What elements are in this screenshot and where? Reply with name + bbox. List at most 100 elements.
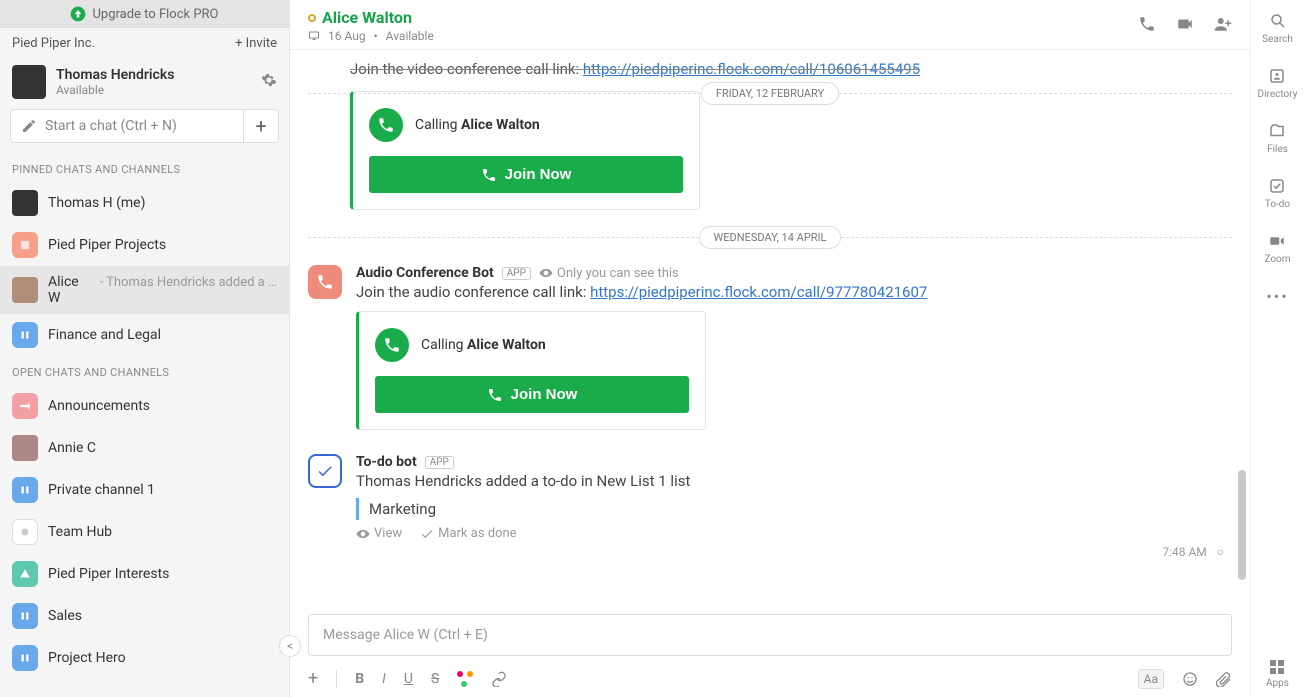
attach-icon[interactable]: [1216, 671, 1232, 687]
call-card: Calling Alice Walton Join Now: [356, 311, 706, 430]
todo-button[interactable]: To-do: [1265, 177, 1290, 210]
join-now-button[interactable]: Join Now: [375, 376, 689, 413]
bold-icon[interactable]: B: [355, 671, 364, 687]
search-button[interactable]: Search: [1262, 12, 1293, 45]
eye-icon: [356, 527, 370, 541]
mark-done-action[interactable]: Mark as done: [420, 526, 516, 541]
plus-icon[interactable]: +: [308, 668, 318, 689]
message-placeholder: Message Alice W (Ctrl + E): [323, 627, 488, 643]
video-icon[interactable]: [1176, 15, 1194, 37]
avatar: [12, 277, 38, 303]
upgrade-label: Upgrade to Flock PRO: [92, 7, 218, 22]
chat-item[interactable]: Pied Piper Projects: [0, 224, 289, 266]
add-user-icon[interactable]: [1214, 15, 1232, 37]
search-label: Search: [1262, 34, 1293, 45]
scrollbar[interactable]: [1238, 470, 1246, 580]
header-date: 16 Aug: [328, 29, 366, 43]
call-icon[interactable]: [1138, 15, 1156, 37]
user-name: Thomas Hendricks: [56, 67, 251, 83]
chat-item-active[interactable]: Alice W - Thomas Hendricks added a t…: [0, 266, 289, 314]
start-chat-placeholder: Start a chat (Ctrl + N): [45, 118, 177, 134]
msg-link[interactable]: https://piedpiperinc.flock.com/call/9777…: [590, 283, 927, 301]
calling-name: Alice Walton: [467, 337, 546, 353]
chat-name: Thomas H (me): [48, 195, 145, 211]
compose-icon: [21, 118, 37, 134]
invite-button[interactable]: + Invite: [235, 36, 277, 51]
sender-name: To-do bot: [356, 454, 417, 470]
join-label: Join Now: [505, 166, 572, 183]
strike-icon[interactable]: S: [431, 671, 439, 687]
directory-button[interactable]: Directory: [1258, 67, 1298, 100]
message: Audio Conference Bot APP Only you can se…: [308, 265, 1232, 430]
chat-item[interactable]: Announcements: [0, 385, 289, 427]
chat-item[interactable]: Annie C: [0, 427, 289, 469]
chat-name: Sales: [48, 608, 82, 624]
chat-title[interactable]: Alice Walton: [322, 8, 412, 27]
bot-icon: [308, 265, 342, 299]
channel-icon: [12, 645, 38, 671]
sender-name: Audio Conference Bot: [356, 265, 494, 281]
join-now-button[interactable]: Join Now: [369, 156, 683, 193]
chat-item[interactable]: Pied Piper Interests: [0, 553, 289, 595]
org-name[interactable]: Pied Piper Inc.: [12, 36, 95, 51]
pinned-section-label: PINNED CHATS AND CHANNELS: [0, 153, 289, 182]
zoom-button[interactable]: Zoom: [1264, 232, 1290, 265]
truncated-link[interactable]: https://piedpiperinc.flock.com/call/1060…: [583, 60, 920, 78]
upgrade-icon: [70, 6, 86, 22]
phone-icon: [375, 328, 409, 362]
link-icon[interactable]: [491, 671, 507, 687]
chat-name: Pied Piper Projects: [48, 237, 166, 253]
channel-icon: [12, 519, 38, 545]
new-chat-plus[interactable]: +: [243, 109, 279, 143]
more-button[interactable]: •••: [1266, 287, 1288, 306]
chat-item[interactable]: Team Hub: [0, 511, 289, 553]
chat-name: Project Hero: [48, 650, 126, 666]
avatar: [12, 65, 46, 99]
user-status: Available: [56, 83, 251, 97]
app-badge: APP: [425, 456, 454, 469]
view-action[interactable]: View: [356, 526, 402, 541]
files-button[interactable]: Files: [1267, 122, 1288, 155]
chat-item[interactable]: Sales: [0, 595, 289, 637]
italic-icon[interactable]: I: [382, 671, 386, 687]
current-user[interactable]: Thomas Hendricks Available: [0, 59, 289, 109]
start-chat-input[interactable]: Start a chat (Ctrl + N): [10, 109, 243, 143]
channel-icon: [12, 561, 38, 587]
presence-indicator: [308, 14, 316, 22]
separator-dot: •: [374, 29, 378, 43]
msg-prefix: Join the audio conference call link:: [356, 283, 590, 301]
calling-name: Alice Walton: [461, 117, 540, 133]
chat-name: Finance and Legal: [48, 327, 161, 343]
apps-button[interactable]: Apps: [1266, 660, 1289, 689]
date-divider: WEDNESDAY, 14 APRIL: [699, 226, 842, 249]
gear-icon[interactable]: [261, 72, 277, 92]
phone-icon: [369, 108, 403, 142]
app-rail: Search Directory Files To-do Zoom ••• Ap…: [1250, 0, 1304, 697]
channel-icon: [12, 393, 38, 419]
underline-icon[interactable]: U: [404, 671, 413, 687]
main-area: Alice Walton 16 Aug • Available Join the…: [290, 0, 1250, 697]
message-input[interactable]: Message Alice W (Ctrl + E): [308, 614, 1232, 656]
channel-icon: [12, 322, 38, 348]
avatar: [12, 435, 38, 461]
upgrade-banner[interactable]: Upgrade to Flock PRO: [0, 0, 289, 28]
chat-item[interactable]: Thomas H (me): [0, 182, 289, 224]
todo-item: Marketing: [356, 498, 1232, 520]
messages-pane[interactable]: Join the video conference call link: htt…: [290, 50, 1250, 614]
chat-item[interactable]: Finance and Legal: [0, 314, 289, 356]
chat-name: Private channel 1: [48, 482, 155, 498]
chat-item[interactable]: Private channel 1: [0, 469, 289, 511]
calling-prefix: Calling: [415, 117, 461, 133]
header-status: Available: [386, 29, 434, 43]
chat-name: Annie C: [48, 440, 96, 456]
channel-icon: [12, 603, 38, 629]
format-toggle[interactable]: Aa: [1138, 669, 1164, 689]
collapse-sidebar-button[interactable]: <: [279, 635, 301, 657]
message: To-do bot APP Thomas Hendricks added a t…: [308, 454, 1232, 559]
emoji-icon[interactable]: [1182, 671, 1198, 687]
color-icon[interactable]: [457, 671, 473, 687]
channel-icon: [12, 477, 38, 503]
visibility-note: Only you can see this: [557, 266, 679, 281]
todo-bot-icon: [308, 454, 342, 488]
chat-item[interactable]: Project Hero: [0, 637, 289, 679]
